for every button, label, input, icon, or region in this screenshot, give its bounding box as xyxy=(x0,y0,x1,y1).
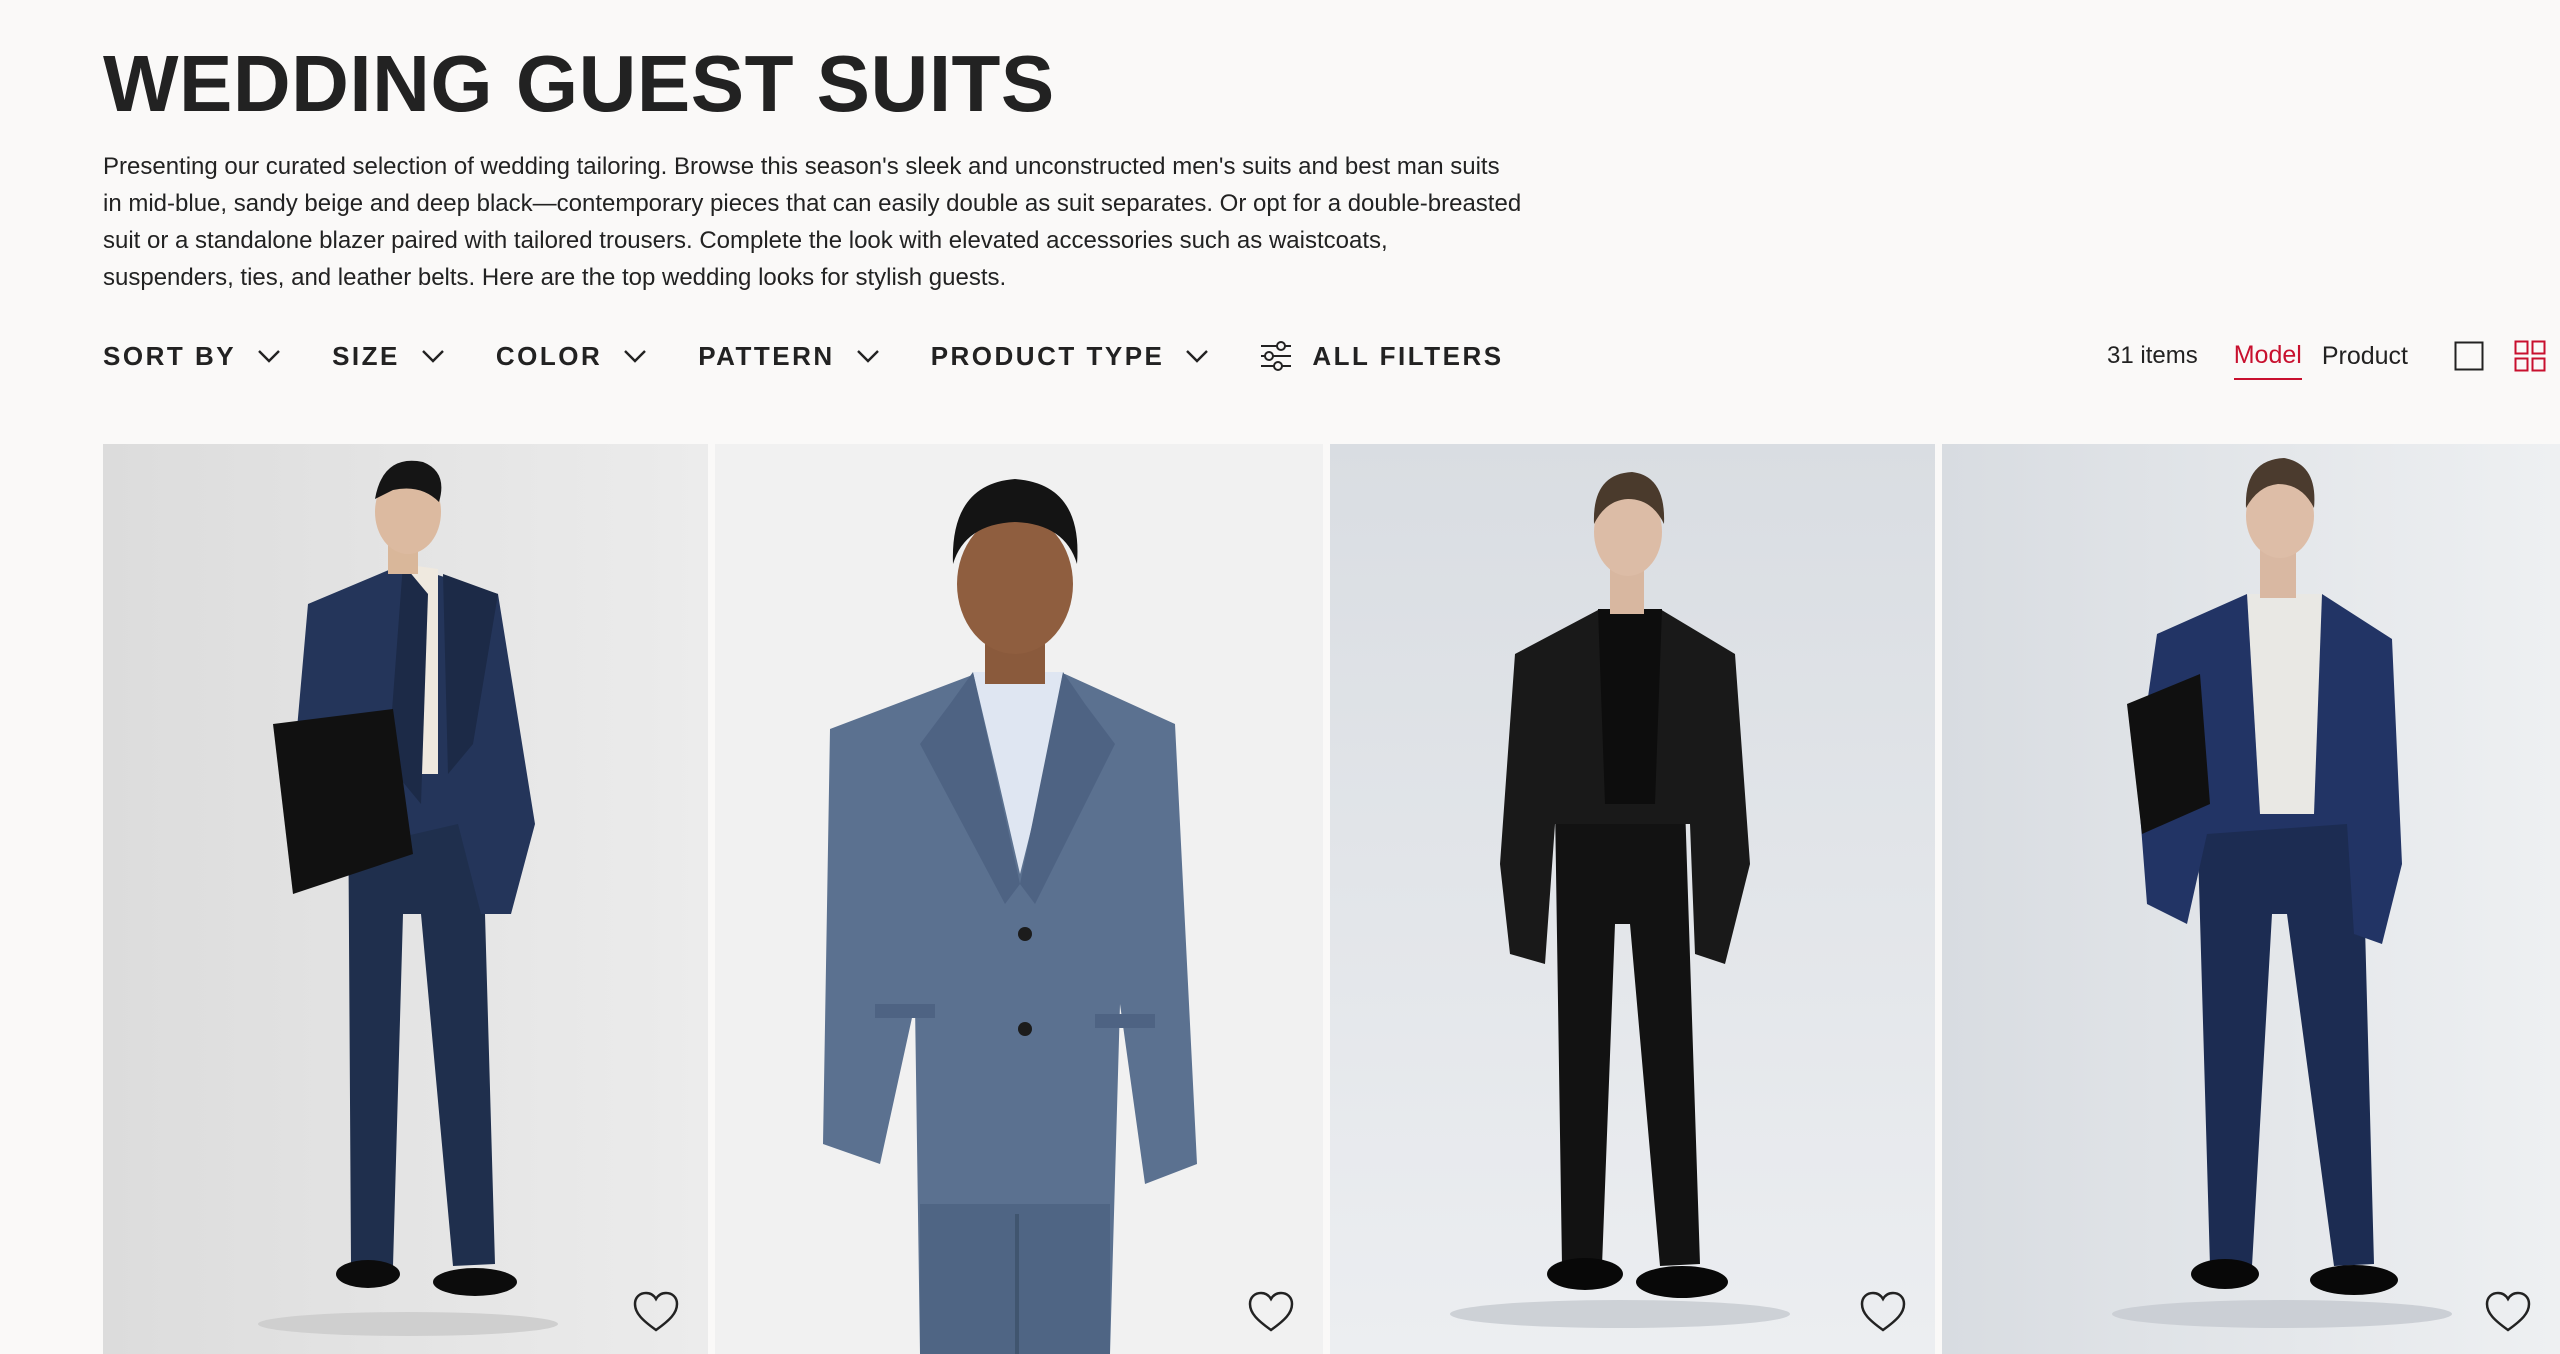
color-label: COLOR xyxy=(495,340,603,371)
size-dropdown[interactable]: SIZE xyxy=(332,341,444,372)
filter-sliders-icon xyxy=(1261,341,1292,371)
color-dropdown[interactable]: COLOR xyxy=(495,340,647,372)
sort-by-dropdown[interactable]: SORT BY xyxy=(103,341,280,372)
favorite-button[interactable] xyxy=(2484,1290,2532,1334)
favorite-button[interactable] xyxy=(1859,1290,1907,1334)
size-label: SIZE xyxy=(332,340,400,371)
product-card[interactable] xyxy=(715,444,1323,1354)
pattern-dropdown[interactable]: PATTERN xyxy=(698,340,879,372)
favorite-button[interactable] xyxy=(1247,1290,1295,1334)
chevron-down-icon xyxy=(1186,350,1209,363)
product-grid xyxy=(103,444,2560,1354)
product-image xyxy=(1330,444,1935,1354)
heart-outline-icon xyxy=(633,1291,679,1332)
pattern-label: PATTERN xyxy=(698,340,835,371)
product-type-dropdown[interactable]: PRODUCT TYPE xyxy=(931,341,1209,372)
product-card[interactable] xyxy=(1942,444,2560,1354)
item-count: 31 items xyxy=(2107,342,2198,369)
product-card[interactable] xyxy=(1330,444,1935,1354)
page-title: WEDDING GUEST SUITS xyxy=(103,39,1055,128)
chevron-down-icon xyxy=(258,350,280,363)
view-controls: 31 items Model Product xyxy=(2107,330,2560,382)
product-image xyxy=(715,444,1323,1354)
four-column-grid-icon[interactable] xyxy=(2514,340,2546,372)
chevron-down-icon xyxy=(422,350,444,363)
category-description: Presenting our curated selection of wedd… xyxy=(103,153,1522,291)
favorite-button[interactable] xyxy=(632,1290,680,1334)
filter-bar: SORT BY SIZE COLOR PATTERN PRODUCT TYPE xyxy=(103,336,1504,376)
tab-product[interactable]: Product xyxy=(2322,334,2408,379)
sort-by-label: SORT BY xyxy=(103,340,237,371)
heart-outline-icon xyxy=(1860,1291,1906,1332)
chevron-down-icon xyxy=(624,350,647,363)
page: WEDDING GUEST SUITS Presenting our curat… xyxy=(0,0,2560,1354)
single-column-grid-icon[interactable] xyxy=(2454,341,2484,371)
all-filters-button[interactable]: ALL FILTERS xyxy=(1260,341,1503,372)
heart-outline-icon xyxy=(1248,1291,1294,1332)
product-image xyxy=(1942,444,2560,1354)
heart-outline-icon xyxy=(2485,1291,2531,1332)
chevron-down-icon xyxy=(856,350,879,363)
all-filters-label: ALL FILTERS xyxy=(1312,340,1504,371)
product-card[interactable] xyxy=(103,444,708,1354)
tab-model[interactable]: Model xyxy=(2233,333,2302,380)
product-type-label: PRODUCT TYPE xyxy=(930,340,1165,371)
product-image xyxy=(103,444,708,1354)
